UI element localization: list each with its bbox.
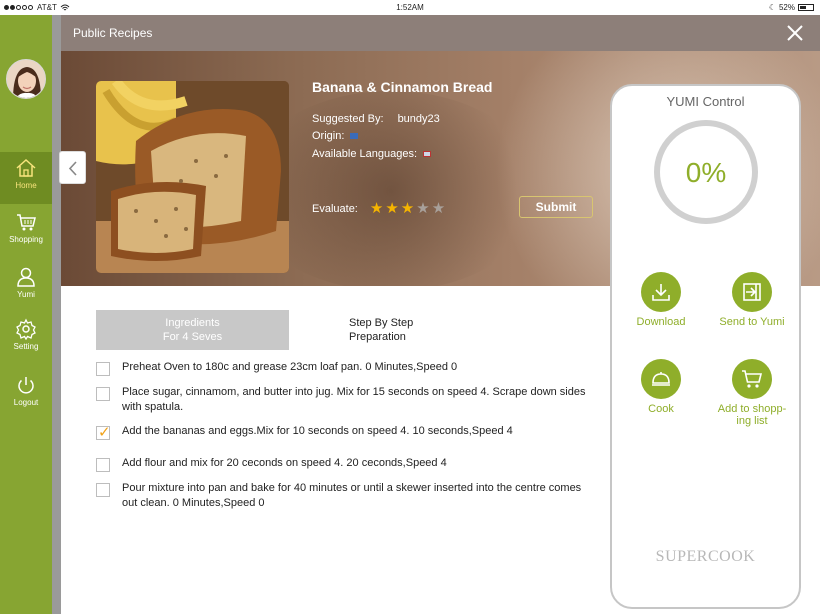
add-label-line1: Add to shopp-: [717, 403, 787, 415]
moon-icon: ☾: [768, 3, 776, 12]
step-text: Add flour and mix for 20 ceconds on spee…: [122, 457, 447, 469]
status-right: ☾ 52%: [769, 3, 814, 12]
star-icon[interactable]: ★: [401, 201, 414, 216]
gear-icon: [16, 318, 36, 340]
send-icon: [743, 283, 761, 301]
step-text: Place sugar, cinnamom, and butter into j…: [122, 386, 586, 413]
origin-label: Origin:: [312, 130, 345, 142]
step-item: Preheat Oven to 180c and grease 23cm loa…: [96, 360, 596, 376]
progress-value: 0%: [685, 157, 727, 188]
progress-ring: 0%: [654, 120, 758, 224]
chevron-left-icon: [68, 161, 77, 176]
star-icon[interactable]: ★: [432, 201, 445, 216]
sidebar-item-label: Logout: [13, 398, 39, 407]
step-text: Pour mixture into pan and bake for 40 mi…: [122, 482, 582, 509]
battery-icon: [798, 4, 814, 11]
rating-stars[interactable]: ★ ★ ★ ★ ★: [370, 201, 445, 216]
sidebar-item-setting[interactable]: Setting: [0, 313, 52, 365]
download-circle: [641, 272, 681, 312]
language-flag-icon[interactable]: [423, 151, 431, 158]
battery-percent: 52%: [778, 3, 795, 12]
tab-ingredients-serves: For 4 Seves: [162, 331, 223, 343]
add-to-shopping-list-button[interactable]: Add to shopp- ing list: [707, 359, 797, 427]
send-circle: [732, 272, 772, 312]
checkmark-icon: ✓: [98, 424, 111, 441]
shopping-cart-icon: [17, 214, 36, 231]
step-text: Preheat Oven to 180c and grease 23cm loa…: [122, 361, 458, 373]
step-item: Place sugar, cinnamom, and butter into j…: [96, 385, 596, 415]
sidebar-item-label: Setting: [13, 342, 39, 351]
step-item: ✓ Add the bananas and eggs.Mix for 10 sec…: [96, 424, 596, 441]
home-icon: [16, 158, 36, 177]
yumi-control-panel: YUMI Control 0% Download Send to Yumi Co…: [610, 84, 801, 609]
download-icon: [652, 284, 670, 301]
cook-circle: [641, 359, 681, 399]
sidebar-item-label: Home: [15, 181, 37, 190]
languages-row: Available Languages:: [312, 148, 431, 160]
cloche-icon: [652, 372, 670, 386]
tab-ingredients-title: Ingredients: [165, 317, 220, 329]
star-icon[interactable]: ★: [385, 201, 398, 216]
evaluate-row: Evaluate: ★ ★ ★ ★ ★: [312, 201, 445, 216]
recipe-photo: [96, 81, 289, 273]
sidebar-item-home[interactable]: Home: [0, 152, 52, 204]
cook-label: Cook: [648, 403, 674, 415]
shopping-cart-icon: [742, 370, 763, 388]
star-icon[interactable]: ★: [416, 201, 429, 216]
clock: 1:52AM: [396, 3, 424, 12]
status-bar: AT&T 1:52AM ☾ 52%: [0, 0, 820, 15]
collapse-sidebar-button[interactable]: [59, 151, 86, 184]
supercook-logo: SUPERCOOK: [655, 548, 756, 565]
step-item: Add flour and mix for 20 ceconds on spee…: [96, 456, 596, 472]
tab-ingredients[interactable]: Ingredients For 4 Seves: [96, 310, 289, 350]
battery-fill: [800, 6, 807, 9]
recipe-modal: Public Recipes Banana & Cinnamon Bread S…: [61, 15, 820, 614]
languages-label: Available Languages:: [312, 148, 417, 160]
download-button[interactable]: Download: [616, 272, 706, 328]
tab-steps-subtitle: Preparation: [349, 331, 406, 343]
step-item: Pour mixture into pan and bake for 40 mi…: [96, 481, 596, 511]
avatar-portrait: [7, 60, 45, 98]
add-label-line2: ing list: [736, 415, 768, 427]
modal-title: Public Recipes: [73, 26, 153, 40]
step-checkbox[interactable]: [96, 362, 110, 376]
star-icon[interactable]: ★: [370, 201, 383, 216]
modal-header: Public Recipes: [61, 15, 820, 51]
sidebar-item-yumi[interactable]: Yumi: [0, 261, 52, 313]
origin-row: Origin:: [312, 130, 359, 142]
step-checkbox[interactable]: [96, 483, 110, 497]
sidebar-item-logout[interactable]: Logout: [0, 369, 52, 421]
tab-steps-title: Step By Step: [349, 317, 414, 329]
submit-button[interactable]: Submit: [519, 196, 593, 218]
power-icon: [18, 377, 34, 394]
close-icon[interactable]: [786, 24, 804, 42]
send-label: Send to Yumi: [719, 316, 785, 328]
sidebar-item-label: Yumi: [17, 290, 35, 299]
sidebar-item-shopping[interactable]: Shopping: [0, 206, 52, 258]
evaluate-label: Evaluate:: [312, 202, 358, 215]
recipe-title: Banana & Cinnamon Bread: [312, 79, 493, 95]
sidebar: Home Shopping Yumi Setting Logout: [0, 15, 52, 614]
step-checkbox[interactable]: [96, 458, 110, 472]
suggested-by-label: Suggested By:: [312, 113, 384, 125]
avatar[interactable]: [6, 59, 46, 99]
sidebar-item-label: Shopping: [9, 235, 43, 244]
suggested-by-value[interactable]: bundy23: [398, 113, 440, 125]
download-label: Download: [636, 316, 686, 328]
tab-steps[interactable]: Step By Step Preparation: [349, 310, 469, 350]
step-text: Add the bananas and eggs.Mix for 10 seco…: [122, 425, 513, 437]
panel-title: YUMI Control: [666, 94, 745, 109]
cart-circle: [732, 359, 772, 399]
origin-flag-icon: [350, 133, 359, 140]
step-checkbox[interactable]: ✓: [96, 424, 111, 441]
app-frame: AT&T 1:52AM ☾ 52% Home Shopping Yumi Set…: [0, 0, 820, 614]
banana-bread-image: [96, 81, 289, 273]
cook-button[interactable]: Cook: [616, 359, 706, 415]
suggested-by-row: Suggested By: bundy23: [312, 113, 440, 125]
send-to-yumi-button[interactable]: Send to Yumi: [707, 272, 797, 328]
step-checkbox[interactable]: [96, 387, 110, 401]
user-icon: [17, 267, 35, 287]
